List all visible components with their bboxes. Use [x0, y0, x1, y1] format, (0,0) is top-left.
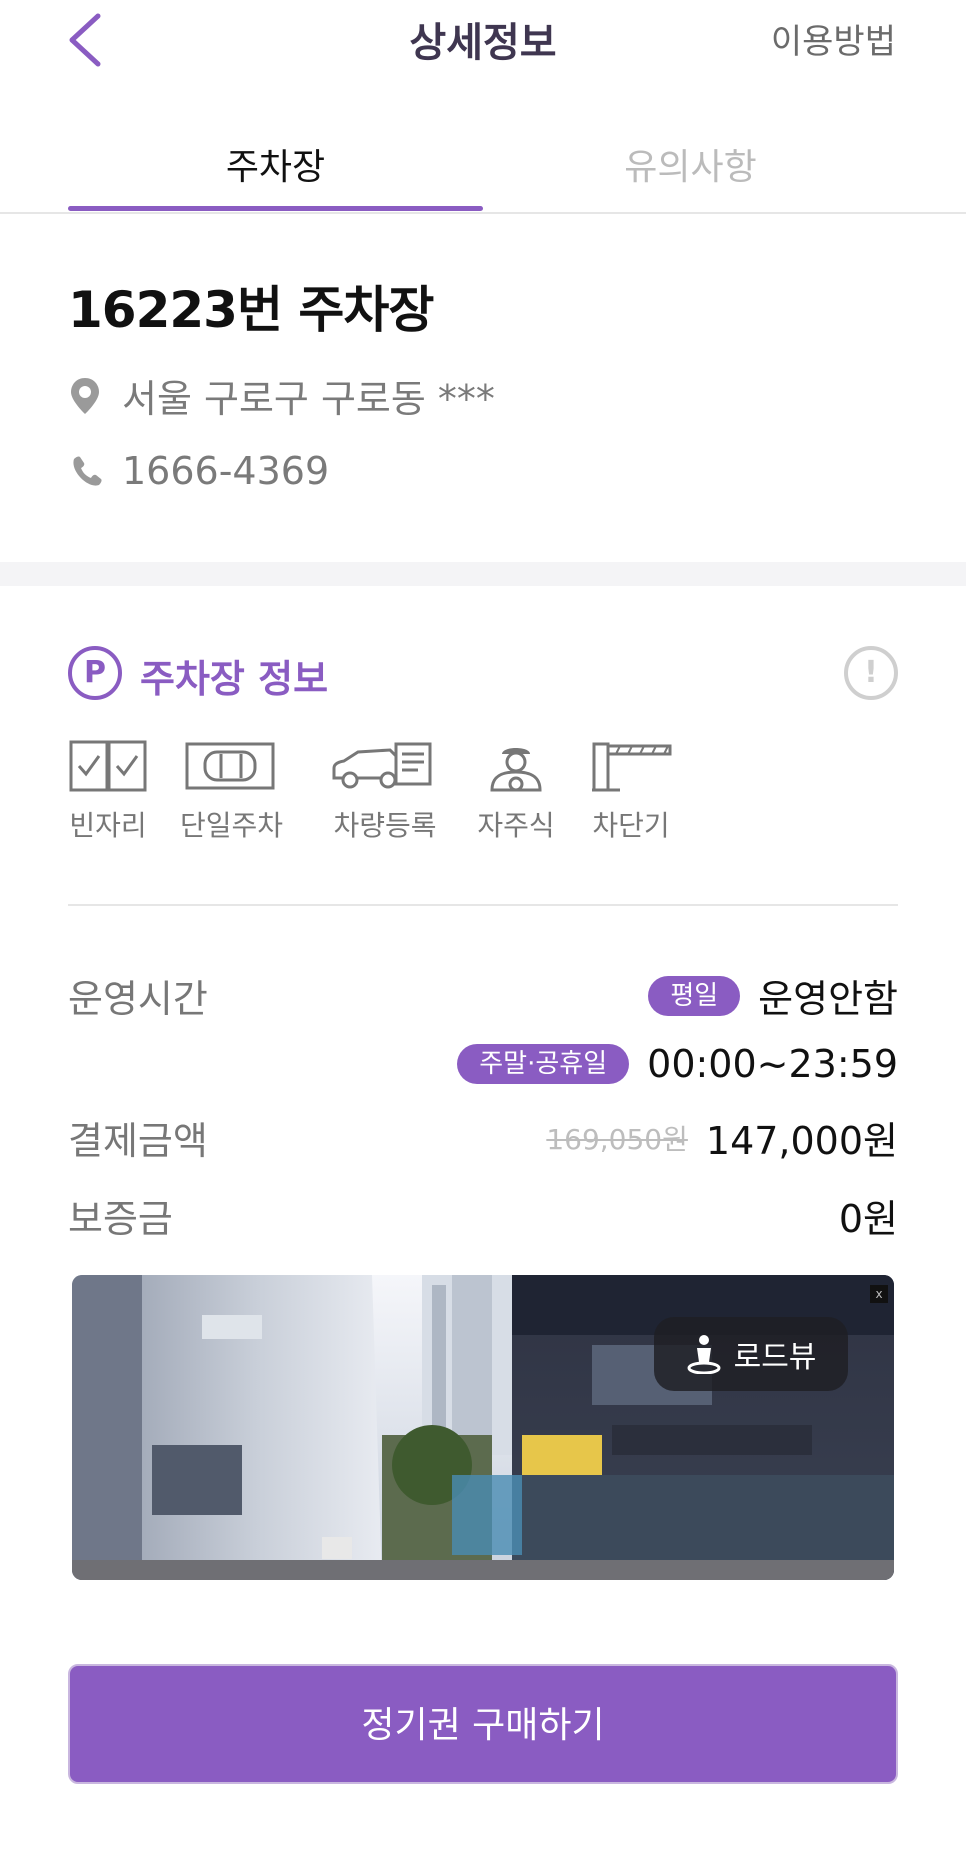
phone-icon	[73, 456, 102, 486]
self-park-icon	[490, 748, 542, 792]
lot-name: 16223번 주차장	[68, 281, 434, 339]
payment-values: 169,050원 147,000원	[546, 1110, 898, 1165]
tab-notes[interactable]: 유의사항	[483, 138, 898, 190]
hours-label: 운영시간	[68, 977, 208, 1021]
header: 상세정보 이용방법	[0, 0, 966, 80]
section-title: 주차장 정보	[140, 657, 329, 701]
parking-p-icon: P	[68, 646, 122, 700]
person-pin-icon	[687, 1335, 721, 1374]
address-text: 서울 구로구 구로동 ***	[122, 377, 495, 421]
location-pin-icon	[71, 377, 99, 414]
section-header: P 주차장 정보 !	[68, 646, 898, 702]
tab-parking[interactable]: 주차장	[68, 138, 483, 190]
barrier-gate-icon	[592, 742, 672, 792]
feature-vacancy: 빈자리	[68, 740, 148, 844]
feature-label: 자주식	[477, 809, 555, 842]
phone-text: 1666-4369	[122, 449, 330, 493]
feature-label: 단일주차	[180, 809, 284, 842]
discount-price: 147,000원	[705, 1119, 898, 1163]
feature-label: 차량등록	[333, 809, 437, 842]
weekday-value: 운영안함	[758, 977, 898, 1021]
single-parking-icon	[185, 742, 275, 790]
deposit-row: 보증금 0원	[68, 1188, 898, 1248]
section-divider	[0, 562, 966, 586]
active-tab-indicator	[68, 206, 483, 211]
original-price: 169,050원	[546, 1122, 688, 1156]
weekday-tag: 평일	[648, 975, 741, 1016]
close-icon[interactable]: x	[870, 1285, 888, 1303]
feature-single-parking: 단일주차	[180, 740, 284, 844]
weekend-hours: 주말·공휴일 00:00~23:59	[457, 1042, 898, 1086]
roadview-preview[interactable]: x 로드뷰	[72, 1275, 894, 1580]
weekend-tag: 주말·공휴일	[457, 1044, 630, 1084]
feature-vehicle-registration: 차량등록	[330, 740, 440, 844]
address-row: 서울 구로구 구로동 ***	[68, 368, 898, 423]
hours-row: 운영시간 평일 운영안함	[68, 968, 898, 1028]
buy-pass-button[interactable]: 정기권 구매하기	[68, 1664, 898, 1784]
weekend-value: 00:00~23:59	[647, 1042, 898, 1086]
deposit-label: 보증금	[68, 1197, 173, 1241]
weekend-hours-row: 주말·공휴일 00:00~23:59	[68, 1042, 898, 1102]
feature-label: 빈자리	[69, 809, 147, 842]
tab-bar: 주차장 유의사항	[0, 120, 966, 214]
weekday-hours: 평일 운영안함	[648, 968, 898, 1023]
payment-row: 결제금액 169,050원 147,000원	[68, 1110, 898, 1170]
feature-label: 차단기	[592, 809, 670, 842]
exclamation-info-icon[interactable]: !	[844, 646, 898, 700]
roadview-label: 로드뷰	[733, 1340, 817, 1375]
lot-info: 16223번 주차장 서울 구로구 구로동 *** 1666-4369	[68, 270, 898, 493]
vehicle-registration-icon	[332, 742, 432, 789]
roadview-button[interactable]: 로드뷰	[654, 1317, 848, 1391]
payment-label: 결제금액	[68, 1119, 208, 1163]
help-link[interactable]: 이용방법	[771, 14, 896, 63]
vacancy-icon	[69, 740, 147, 792]
feature-list: 빈자리 단일주차 차량등록 자주식 차단기	[68, 740, 898, 850]
detail-page: 상세정보 이용방법 주차장 유의사항 16223번 주차장 서울 구로구 구로동…	[0, 0, 966, 1866]
phone-row[interactable]: 1666-4369	[68, 449, 898, 493]
feature-barrier-gate: 차단기	[590, 740, 672, 844]
features-divider	[68, 904, 898, 906]
feature-self-park: 자주식	[474, 740, 558, 844]
deposit-value: 0원	[838, 1197, 898, 1241]
